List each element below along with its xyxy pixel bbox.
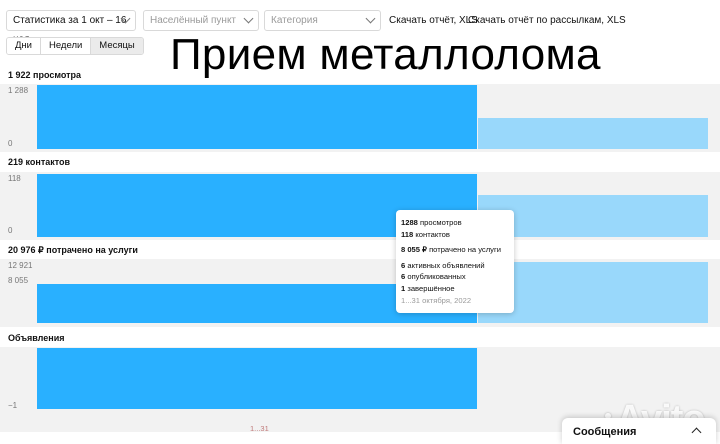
granularity-days[interactable]: Дни: [7, 38, 41, 54]
views-bar-november[interactable]: [478, 118, 708, 149]
category-select-placeholder: Категория: [271, 15, 318, 26]
spent-tick-top: 12 921: [8, 261, 33, 270]
tooltip-spent: 8 055 ₽ потрачено на услуги: [401, 245, 501, 255]
category-select[interactable]: Категория: [264, 10, 381, 31]
granularity-toggle: Дни Недели Месяцы: [6, 37, 144, 55]
spent-total: 20 976 ₽ потрачено на услуги: [8, 245, 138, 255]
tooltip-active-listings: 6 активных объявлений: [401, 260, 485, 270]
locality-select-placeholder: Населённый пункт: [150, 15, 237, 26]
tooltip-contacts: 118 контактов: [401, 229, 450, 239]
download-report-link[interactable]: Скачать отчёт, XLS: [389, 15, 478, 26]
listings-bar-october[interactable]: [37, 348, 477, 409]
listings-title: Объявления: [8, 333, 65, 343]
chevron-down-icon: [243, 13, 254, 24]
chevron-up-icon[interactable]: [691, 427, 702, 438]
tooltip-finished-listings: 1 завершённое: [401, 283, 455, 293]
granularity-weeks[interactable]: Недели: [41, 38, 92, 54]
listings-tick-bottom: −1: [8, 401, 18, 410]
tooltip-views: 1288 просмотров: [401, 218, 462, 227]
download-mailing-report-link[interactable]: Скачать отчёт по рассылкам, XLS: [468, 15, 626, 26]
chart-tooltip: 1288 просмотров 118 контактов 8 055 ₽ по…: [396, 210, 514, 313]
views-tick-bottom: 0: [8, 139, 13, 148]
views-total: 1 922 просмотра: [8, 70, 82, 80]
overlay-title: Прием металлолома: [170, 30, 601, 79]
contacts-tick-top: 118: [8, 174, 21, 183]
granularity-months[interactable]: Месяцы: [91, 38, 143, 54]
views-bar-october[interactable]: [37, 85, 477, 149]
messages-panel[interactable]: Сообщения: [562, 418, 716, 444]
views-tick-top: 1 288: [8, 86, 29, 95]
contacts-tick-bottom: 0: [8, 226, 13, 235]
period-select[interactable]: Статистика за 1 окт – 16 ноя: [6, 10, 136, 45]
locality-select[interactable]: Населённый пункт: [143, 10, 259, 31]
x-axis-label: 1...31: [250, 424, 269, 433]
contacts-total: 219 контактов: [8, 157, 71, 167]
tooltip-published-listings: 6 опубликованных: [401, 272, 466, 282]
chevron-down-icon: [365, 13, 376, 24]
spent-tick-mid: 8 055: [8, 276, 29, 285]
tooltip-date: 1...31 октября, 2022: [401, 295, 472, 305]
messages-label: Сообщения: [573, 426, 637, 438]
